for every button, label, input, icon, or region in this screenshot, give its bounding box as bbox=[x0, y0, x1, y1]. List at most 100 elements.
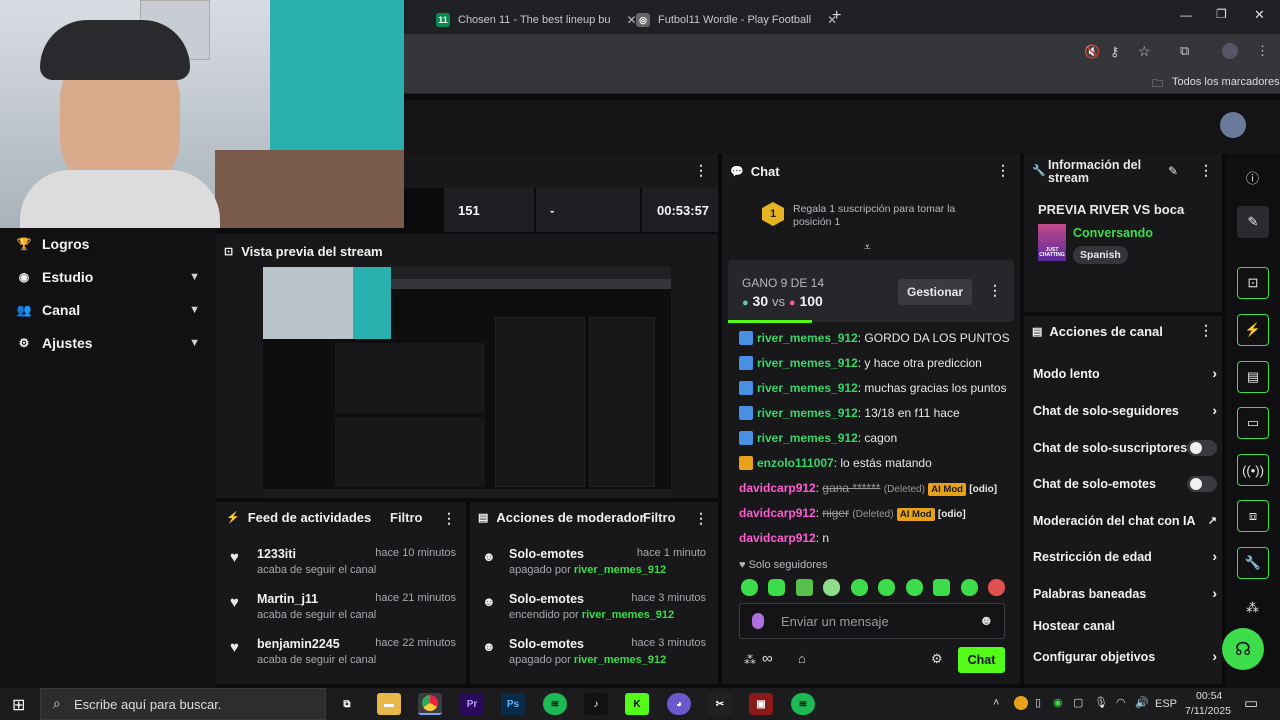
menu-icon[interactable]: ⋮ bbox=[1256, 43, 1269, 59]
emote-icon[interactable] bbox=[878, 579, 896, 596]
chat-user[interactable]: river_memes_912 bbox=[757, 431, 858, 445]
chat-user[interactable]: davidcarp912 bbox=[739, 531, 816, 545]
star-icon[interactable]: ☆ bbox=[1138, 43, 1151, 60]
emote-icon[interactable] bbox=[768, 579, 786, 596]
sidebar-item-estudio[interactable]: ◉ Estudio ▼ bbox=[16, 262, 200, 292]
gear-icon[interactable]: ⚙ bbox=[931, 651, 943, 667]
capcut-icon[interactable]: ✂ bbox=[708, 693, 732, 715]
mod-action-by[interactable]: river_memes_912 bbox=[574, 564, 666, 576]
language-indicator[interactable]: ESP bbox=[1155, 698, 1177, 710]
action-followers-only[interactable]: Chat de solo-seguidores › bbox=[1033, 402, 1217, 418]
windows-start-icon[interactable]: ⊞ bbox=[12, 695, 25, 715]
wrench-icon[interactable]: 🔧 bbox=[1237, 547, 1269, 579]
emote-icon[interactable] bbox=[795, 579, 813, 596]
spotify-icon[interactable]: ≋ bbox=[791, 693, 815, 715]
subscribers-only-toggle[interactable] bbox=[1187, 440, 1217, 456]
chat-user[interactable]: river_memes_912 bbox=[757, 331, 858, 345]
manage-button[interactable]: Gestionar bbox=[898, 279, 972, 305]
chrome-icon[interactable] bbox=[418, 693, 442, 715]
kick-icon[interactable]: K bbox=[625, 693, 649, 715]
notifications-icon[interactable]: ▭ bbox=[1244, 694, 1258, 712]
chat-user[interactable]: davidcarp912 bbox=[739, 506, 816, 520]
volume-icon[interactable]: 🔊 bbox=[1135, 696, 1149, 709]
phone-icon[interactable]: ▢ bbox=[1073, 696, 1083, 709]
emote-icon[interactable] bbox=[933, 579, 951, 596]
key-icon[interactable]: ⚷ bbox=[1110, 44, 1120, 60]
action-configure-goals[interactable]: Configurar objetivos › bbox=[1033, 648, 1217, 664]
mic-icon[interactable]: 🎙 bbox=[1094, 696, 1108, 709]
task-view-icon[interactable]: ⧉ bbox=[335, 693, 359, 715]
points-icon[interactable]: ⁂ bbox=[1246, 600, 1259, 616]
profile-avatar[interactable] bbox=[1222, 43, 1238, 59]
emote-icon[interactable] bbox=[850, 579, 868, 596]
sidebar-item-ajustes[interactable]: ⚙ Ajustes ▼ bbox=[16, 328, 200, 358]
chat-user[interactable]: river_memes_912 bbox=[757, 381, 858, 395]
store-icon[interactable]: ⌂ bbox=[798, 651, 806, 666]
category-link[interactable]: Conversando bbox=[1073, 226, 1153, 240]
tiktok-icon[interactable]: ♪ bbox=[584, 693, 608, 715]
send-chat-button[interactable]: Chat bbox=[958, 647, 1005, 673]
clock-time[interactable]: 00:54 bbox=[1196, 690, 1222, 702]
sidebar-item-logros[interactable]: 🏆 Logros bbox=[16, 229, 200, 259]
mic-icon[interactable] bbox=[752, 613, 764, 629]
action-age-restriction[interactable]: Restricción de edad › bbox=[1033, 548, 1217, 564]
broadcast-icon[interactable]: ((•)) bbox=[1237, 454, 1269, 486]
more-icon[interactable]: ⋮ bbox=[442, 510, 456, 527]
document-icon[interactable]: ▤ bbox=[1237, 361, 1269, 393]
emote-icon[interactable] bbox=[987, 579, 1005, 596]
filter-button[interactable]: Filtro bbox=[390, 510, 423, 525]
preview-icon[interactable]: ⊡ bbox=[1237, 267, 1269, 299]
security-icon[interactable]: ◉ bbox=[1053, 696, 1063, 709]
more-icon[interactable]: ⋮ bbox=[996, 162, 1010, 179]
edit-icon[interactable]: ✎ bbox=[1168, 164, 1178, 178]
chat-user[interactable]: davidcarp912 bbox=[739, 481, 816, 495]
emote-icon[interactable] bbox=[823, 579, 841, 596]
emote-icon[interactable] bbox=[905, 579, 923, 596]
browser-tab[interactable]: ◎ Futbol11 Wordle - Play Football ✕ bbox=[636, 6, 837, 34]
discord-icon[interactable]: ◕ bbox=[667, 693, 691, 715]
edit-icon[interactable]: ✎ bbox=[1237, 206, 1269, 238]
spotify-icon[interactable]: ≋ bbox=[543, 693, 567, 715]
stream-preview-video[interactable] bbox=[263, 267, 671, 498]
more-icon[interactable]: ⋮ bbox=[1199, 322, 1213, 339]
more-icon[interactable]: ⋮ bbox=[694, 162, 708, 179]
wifi-icon[interactable]: ◠ bbox=[1116, 696, 1126, 709]
filter-button[interactable]: Filtro bbox=[643, 510, 676, 525]
file-explorer-icon[interactable]: ▬ bbox=[377, 693, 401, 715]
emotes-only-toggle[interactable] bbox=[1187, 476, 1217, 492]
new-tab-button[interactable]: + bbox=[832, 7, 841, 25]
points-icon[interactable]: ⁂ bbox=[744, 653, 756, 667]
layout-icon[interactable]: ⧈ bbox=[1237, 500, 1269, 532]
sidebar-item-canal[interactable]: 👥 Canal ▼ bbox=[16, 295, 200, 325]
more-icon[interactable]: ⋮ bbox=[694, 510, 708, 527]
bookmarks-all[interactable]: Todos los marcadores bbox=[1172, 76, 1280, 88]
more-icon[interactable]: ⋮ bbox=[988, 282, 1002, 299]
action-host-channel[interactable]: Hostear canal bbox=[1033, 619, 1217, 633]
maximize-icon[interactable]: ❐ bbox=[1216, 7, 1227, 21]
user-avatar[interactable] bbox=[1220, 112, 1246, 138]
mute-icon[interactable]: 🔇 bbox=[1084, 44, 1100, 60]
browser-tab[interactable]: 11 Chosen 11 - The best lineup bu ✕ bbox=[436, 6, 637, 34]
info-icon[interactable]: ⓘ bbox=[1246, 168, 1259, 187]
emote-picker-icon[interactable]: ☻ bbox=[979, 612, 994, 628]
app-icon[interactable]: ▣ bbox=[749, 693, 773, 715]
bolt-icon[interactable]: ⚡ bbox=[1237, 314, 1269, 346]
action-slow-mode[interactable]: Modo lento › bbox=[1033, 365, 1217, 381]
chevron-up-icon[interactable]: ˄ bbox=[993, 697, 999, 709]
clock-date[interactable]: 7/11/2025 bbox=[1185, 705, 1231, 717]
chat-user[interactable]: enzolo111007 bbox=[757, 456, 834, 470]
action-ai-moderation[interactable]: Moderación del chat con IA ↗ bbox=[1033, 514, 1217, 528]
gift-prompt[interactable]: Regala 1 suscripción para tomar la posic… bbox=[793, 203, 983, 228]
support-headset-icon[interactable]: ☊ bbox=[1222, 628, 1264, 670]
chat-icon[interactable]: ▭ bbox=[1237, 407, 1269, 439]
minimize-icon[interactable]: — bbox=[1180, 8, 1192, 22]
action-banned-words[interactable]: Palabras baneadas › bbox=[1033, 585, 1217, 601]
mod-action-by[interactable]: river_memes_912 bbox=[574, 654, 666, 666]
chat-user[interactable]: river_memes_912 bbox=[757, 356, 858, 370]
battery-icon[interactable]: ▯ bbox=[1035, 696, 1041, 709]
chat-input[interactable]: Enviar un mensaje ☻ bbox=[739, 603, 1005, 639]
emote-icon[interactable] bbox=[741, 579, 758, 596]
mod-action-by[interactable]: river_memes_912 bbox=[582, 609, 674, 621]
premiere-icon[interactable]: Pr bbox=[460, 693, 484, 715]
close-window-icon[interactable]: ✕ bbox=[1254, 7, 1265, 23]
